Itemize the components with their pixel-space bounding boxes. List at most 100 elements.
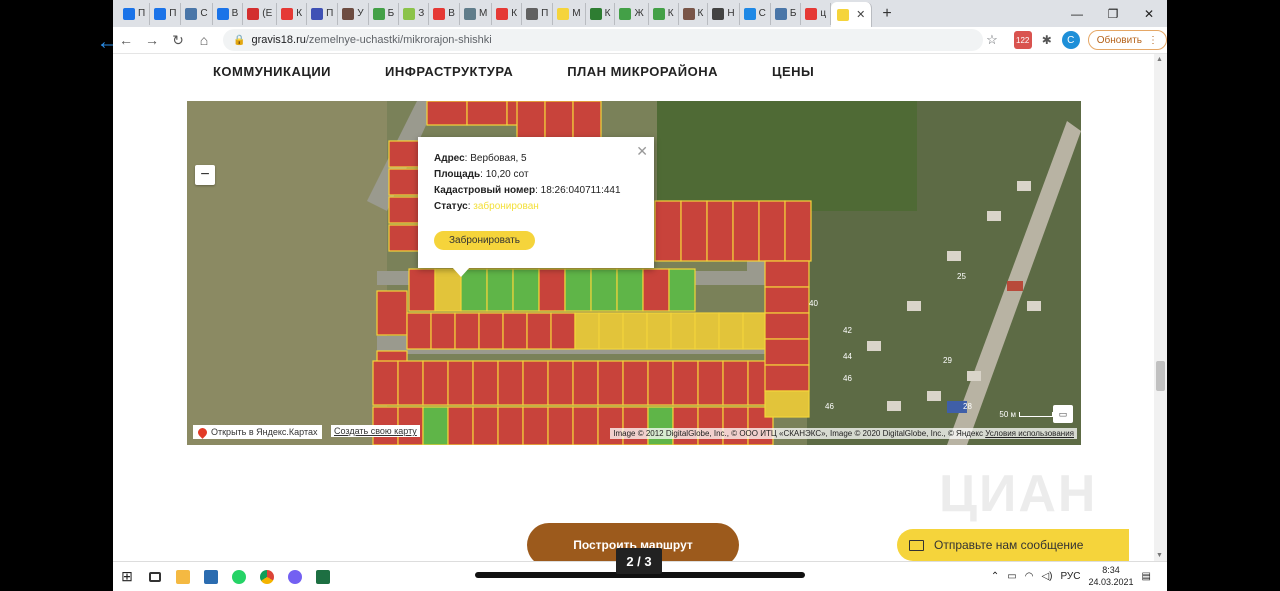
house-number: 29 bbox=[943, 356, 952, 365]
land-plot bbox=[388, 196, 420, 224]
browser-tab[interactable]: У bbox=[338, 2, 369, 25]
browser-tab[interactable]: К bbox=[649, 2, 679, 25]
volume-icon[interactable]: ◁) bbox=[1041, 571, 1052, 582]
browser-tab[interactable]: К bbox=[492, 2, 523, 25]
tab-label: К bbox=[604, 8, 611, 19]
envelope-icon bbox=[909, 539, 924, 551]
nav-infrastructure[interactable]: ИНФРАСТРУКТУРА bbox=[385, 64, 513, 79]
browser-tab[interactable]: В bbox=[213, 2, 244, 25]
tab-label: С bbox=[200, 8, 208, 19]
browser-tab[interactable]: К bbox=[586, 2, 616, 25]
update-label: Обновить bbox=[1096, 34, 1142, 46]
chevron-up-icon[interactable]: ⌃ bbox=[991, 571, 999, 582]
land-plot bbox=[642, 268, 670, 312]
browser-tab[interactable]: Б bbox=[771, 2, 802, 25]
browser-tab[interactable]: С bbox=[181, 2, 213, 25]
chrome-icon[interactable] bbox=[253, 562, 281, 591]
ruler-icon[interactable]: ▭ bbox=[1053, 405, 1073, 423]
close-icon[interactable]: ✕ bbox=[636, 143, 648, 160]
land-plot bbox=[706, 200, 734, 262]
nav-prices[interactable]: ЦЕНЫ bbox=[772, 64, 814, 79]
viber-icon[interactable] bbox=[281, 562, 309, 591]
extension-badge-icon[interactable]: 122 bbox=[1013, 31, 1032, 49]
land-plot bbox=[572, 360, 599, 406]
browser-tab[interactable]: П bbox=[522, 2, 554, 25]
land-plot bbox=[668, 268, 696, 312]
notifications-icon[interactable]: ▤ bbox=[1142, 571, 1151, 582]
house-number: 42 bbox=[843, 326, 852, 335]
house-number: 44 bbox=[843, 352, 852, 361]
bookmark-icon bbox=[589, 7, 602, 20]
whatsapp-icon[interactable] bbox=[225, 562, 253, 591]
zoom-out-button[interactable]: − bbox=[195, 165, 215, 185]
windows-start-icon[interactable]: ⊞ bbox=[113, 562, 141, 591]
browser-tab[interactable]: П bbox=[307, 2, 339, 25]
browser-tab[interactable]: П bbox=[150, 2, 182, 25]
back-icon[interactable]: ← bbox=[113, 32, 139, 48]
browser-tab[interactable]: М bbox=[460, 2, 493, 25]
tab-label: С bbox=[758, 8, 766, 19]
address-bar[interactable]: 🔒 gravis18.ru /zemelnye-uchastki/mikrora… bbox=[223, 29, 983, 51]
open-in-yandex-link[interactable]: Открыть в Яндекс.Картах bbox=[193, 425, 323, 439]
task-view-icon[interactable] bbox=[141, 562, 169, 591]
area-row: Площадь: 10,20 сот bbox=[434, 167, 638, 183]
scroll-thumb[interactable] bbox=[1156, 361, 1165, 391]
land-plot bbox=[647, 360, 674, 406]
browser-tab[interactable]: П bbox=[119, 2, 151, 25]
land-plot bbox=[564, 268, 592, 312]
create-map-link[interactable]: Создать свою карту bbox=[331, 425, 420, 437]
file-explorer-icon[interactable] bbox=[169, 562, 197, 591]
tab-active[interactable]: ✕ bbox=[831, 2, 873, 27]
browser-tab[interactable]: К bbox=[679, 2, 709, 25]
chat-button[interactable]: Отправьте нам сообщение bbox=[897, 529, 1129, 561]
minimize-icon[interactable]: — bbox=[1059, 0, 1095, 27]
language-indicator[interactable]: РУС bbox=[1060, 571, 1080, 582]
reload-icon[interactable]: ↻ bbox=[165, 32, 191, 49]
home-icon[interactable]: ⌂ bbox=[191, 32, 217, 48]
terms-link[interactable]: Условия использования bbox=[985, 429, 1074, 438]
house-red-roof bbox=[1007, 281, 1023, 291]
browser-tab[interactable]: (Е bbox=[243, 2, 278, 25]
avatar[interactable]: C bbox=[1061, 31, 1080, 49]
clock[interactable]: 8:34 24.03.2021 bbox=[1089, 564, 1134, 588]
scroll-up-icon[interactable]: ▲ bbox=[1156, 56, 1163, 63]
browser-tab[interactable]: В bbox=[429, 2, 460, 25]
maximize-icon[interactable]: ❐ bbox=[1095, 0, 1131, 27]
browser-tab[interactable]: ц bbox=[801, 2, 832, 25]
update-button[interactable]: Обновить ⋮ bbox=[1087, 30, 1167, 50]
land-plot bbox=[597, 360, 624, 406]
forward-icon[interactable]: → bbox=[139, 32, 165, 48]
browser-tab[interactable]: С bbox=[740, 2, 771, 25]
area-value: : 10,20 сот bbox=[480, 169, 529, 180]
nav-plan[interactable]: ПЛАН МИКРОРАЙОНА bbox=[567, 64, 718, 79]
browser-tab[interactable]: К bbox=[277, 2, 308, 25]
nav-communications[interactable]: КОММУНИКАЦИИ bbox=[213, 64, 331, 79]
browser-tab[interactable]: З bbox=[399, 2, 430, 25]
reserve-button[interactable]: Забронировать bbox=[434, 231, 536, 250]
browser-tab[interactable]: Б bbox=[369, 2, 400, 25]
scroll-down-icon[interactable]: ▼ bbox=[1156, 552, 1163, 559]
house bbox=[887, 401, 901, 411]
close-window-icon[interactable]: ✕ bbox=[1131, 0, 1167, 27]
house bbox=[1017, 181, 1031, 191]
status-value: забронирован bbox=[473, 201, 539, 212]
yandex-map[interactable]: 40 42 44 46 46 29 28 25 − ✕ Адрес: Вербовая, 5 … bbox=[187, 101, 1081, 445]
browser-tab[interactable]: М bbox=[553, 2, 586, 25]
excel-icon[interactable] bbox=[309, 562, 337, 591]
vk-icon bbox=[185, 7, 198, 20]
dots-icon bbox=[619, 7, 632, 20]
land-plot bbox=[680, 200, 708, 262]
notepad-icon[interactable] bbox=[197, 562, 225, 591]
puzzle-icon[interactable]: ✱ bbox=[1038, 31, 1056, 49]
new-tab-button[interactable]: + bbox=[872, 5, 901, 23]
bookmark-star-icon[interactable]: ☆ bbox=[986, 32, 998, 48]
close-tab-icon[interactable]: ✕ bbox=[856, 8, 865, 21]
browser-tab[interactable]: Н bbox=[708, 2, 740, 25]
tab-label: Б bbox=[387, 8, 395, 19]
land-plot bbox=[522, 406, 549, 445]
battery-icon: ▭ bbox=[1007, 570, 1017, 582]
page-scrollbar[interactable]: ▲ ▼ bbox=[1154, 54, 1167, 561]
land-plot bbox=[422, 360, 449, 406]
browser-tab[interactable]: Ж bbox=[615, 2, 649, 25]
land-plot bbox=[547, 360, 574, 406]
